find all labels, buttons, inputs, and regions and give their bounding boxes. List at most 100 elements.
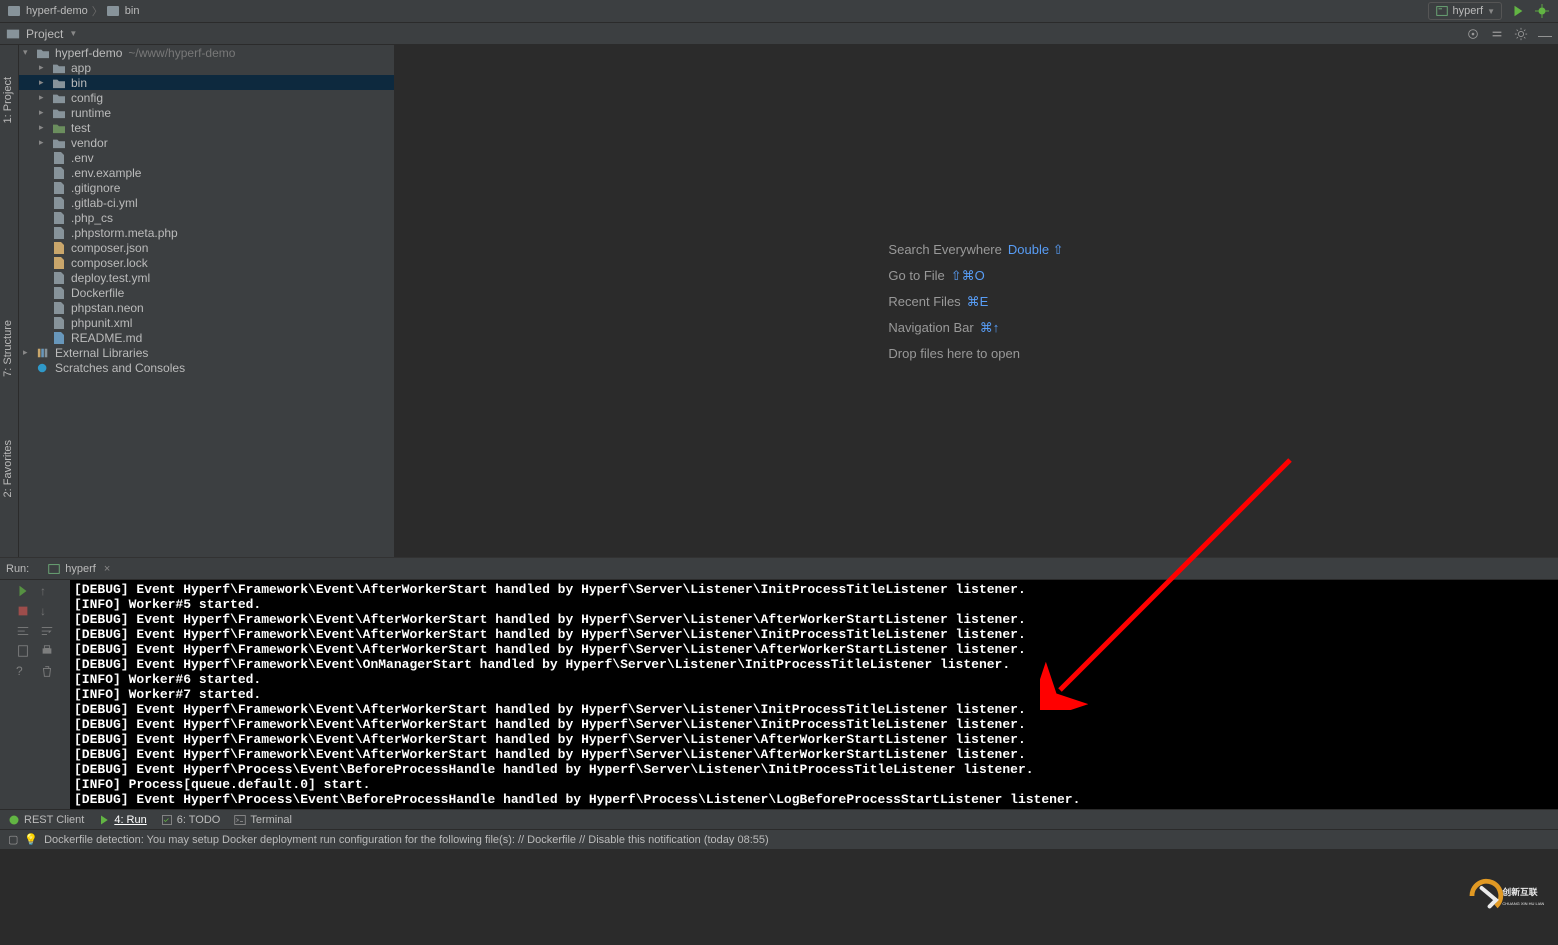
tree-label: .gitlab-ci.yml: [71, 196, 138, 210]
up-icon[interactable]: ↑: [40, 584, 54, 598]
tree-row[interactable]: phpstan.neon: [19, 300, 394, 315]
sidebar-tab-project[interactable]: 1: Project: [2, 77, 14, 123]
gear-icon[interactable]: [1514, 27, 1528, 41]
locate-icon[interactable]: [1466, 27, 1480, 41]
tree-label: Scratches and Consoles: [55, 361, 185, 375]
tree-row[interactable]: composer.lock: [19, 255, 394, 270]
close-icon[interactable]: ×: [104, 563, 110, 575]
tree-row[interactable]: Dockerfile: [19, 285, 394, 300]
tree-path: ~/www/hyperf-demo: [128, 46, 235, 60]
tree-row[interactable]: phpunit.xml: [19, 315, 394, 330]
rerun-icon[interactable]: [16, 584, 30, 598]
expand-arrow[interactable]: [23, 347, 35, 358]
breadcrumb-root[interactable]: hyperf-demo: [26, 5, 88, 17]
chevron-down-icon[interactable]: ▼: [69, 29, 77, 38]
welcome-goto-key[interactable]: ⇧⌘O: [951, 268, 985, 283]
file-icon: [51, 181, 67, 195]
tree-row[interactable]: README.md: [19, 330, 394, 345]
tree-row[interactable]: vendor: [19, 135, 394, 150]
trash-icon[interactable]: [40, 664, 54, 678]
tree-row[interactable]: .php_cs: [19, 210, 394, 225]
tree-row[interactable]: .gitlab-ci.yml: [19, 195, 394, 210]
sidebar-tab-structure[interactable]: 7: Structure: [2, 320, 14, 377]
tree-label: composer.lock: [71, 256, 148, 270]
expand-arrow[interactable]: [39, 137, 51, 148]
breadcrumb-child[interactable]: bin: [125, 5, 140, 17]
help-icon[interactable]: ?: [16, 664, 30, 678]
tree-label: .phpstorm.meta.php: [71, 226, 178, 240]
topbar-right: hyperf ▼: [1428, 2, 1551, 20]
file-icon: [51, 316, 67, 330]
tree-row[interactable]: config: [19, 90, 394, 105]
file-icon: [51, 106, 67, 120]
hide-icon[interactable]: —: [1538, 27, 1552, 41]
console-output[interactable]: [DEBUG] Event Hyperf\Framework\Event\Aft…: [70, 580, 1558, 809]
welcome-search-label: Search Everywhere: [888, 242, 1001, 257]
editor-area[interactable]: Search EverywhereDouble ⇧ Go to File⇧⌘O …: [394, 45, 1558, 557]
file-icon: [51, 61, 67, 75]
tree-row[interactable]: External Libraries: [19, 345, 394, 360]
project-icon: [6, 27, 20, 41]
tree-row[interactable]: Scratches and Consoles: [19, 360, 394, 375]
tree-label: README.md: [71, 331, 142, 345]
tree-row[interactable]: .env.example: [19, 165, 394, 180]
bulb-icon[interactable]: 💡: [24, 833, 38, 846]
sidebar-tab-favorites[interactable]: 2: Favorites: [2, 440, 14, 497]
welcome-recent-key[interactable]: ⌘E: [967, 294, 989, 309]
tree-row[interactable]: hyperf-demo ~/www/hyperf-demo: [19, 45, 394, 60]
top-bar: hyperf-demo 〉 bin hyperf ▼: [0, 0, 1558, 23]
tree-row[interactable]: .phpstorm.meta.php: [19, 225, 394, 240]
tree-row[interactable]: bin: [19, 75, 394, 90]
tree-row[interactable]: composer.json: [19, 240, 394, 255]
down-icon[interactable]: ↓: [40, 604, 54, 618]
expand-arrow[interactable]: [23, 47, 35, 58]
expand-arrow[interactable]: [39, 92, 51, 103]
status-bar: ▢ 💡 Dockerfile detection: You may setup …: [0, 829, 1558, 849]
tree-row[interactable]: .env: [19, 150, 394, 165]
svg-text:CHUANG XIN HU LIAN: CHUANG XIN HU LIAN: [1502, 901, 1544, 906]
wrap-icon[interactable]: [16, 624, 30, 638]
project-tree[interactable]: hyperf-demo ~/www/hyperf-demo appbinconfig…: [19, 45, 394, 557]
collapse-icon[interactable]: [1490, 27, 1504, 41]
file-icon: [51, 136, 67, 150]
tree-label: app: [71, 61, 91, 75]
file-icon: [51, 286, 67, 300]
status-message[interactable]: Dockerfile detection: You may setup Dock…: [44, 834, 769, 846]
tree-label: .gitignore: [71, 181, 120, 195]
bottom-tab-todo[interactable]: 6: TODO: [161, 814, 221, 826]
play-icon: [98, 814, 110, 826]
welcome-search-key[interactable]: Double ⇧: [1008, 242, 1064, 257]
tree-row[interactable]: runtime: [19, 105, 394, 120]
file-icon: [51, 241, 67, 255]
bottom-tab-run[interactable]: 4: Run: [98, 814, 146, 826]
bottom-tab-rest[interactable]: REST Client: [8, 814, 84, 826]
expand-arrow[interactable]: [39, 62, 51, 73]
expand-arrow[interactable]: [39, 122, 51, 133]
stop-icon[interactable]: [16, 604, 30, 618]
tree-row[interactable]: deploy.test.yml: [19, 270, 394, 285]
expand-arrow[interactable]: [39, 107, 51, 118]
file-icon: [35, 46, 51, 60]
tree-label: hyperf-demo: [55, 46, 122, 60]
rest-icon: [8, 814, 20, 826]
tree-row[interactable]: .gitignore: [19, 180, 394, 195]
breadcrumb[interactable]: hyperf-demo 〉 bin: [8, 3, 139, 19]
print-icon[interactable]: [40, 644, 54, 658]
project-panel-title[interactable]: Project: [26, 27, 63, 41]
run-config-icon: [47, 562, 61, 576]
tree-row[interactable]: test: [19, 120, 394, 135]
debug-button[interactable]: [1534, 3, 1550, 19]
run-button[interactable]: [1510, 3, 1526, 19]
file-icon: [51, 121, 67, 135]
welcome-nav-key[interactable]: ⌘↑: [980, 320, 1000, 335]
expand-arrow[interactable]: [39, 77, 51, 88]
file-icon: [51, 76, 67, 90]
run-tab[interactable]: hyperf ×: [39, 560, 118, 578]
run-config-dropdown[interactable]: hyperf ▼: [1428, 2, 1503, 20]
scroll-icon[interactable]: [16, 644, 30, 658]
soft-wrap-icon[interactable]: [40, 624, 54, 638]
tree-row[interactable]: app: [19, 60, 394, 75]
status-toggle-icon[interactable]: ▢: [8, 833, 18, 846]
bottom-tab-terminal[interactable]: Terminal: [234, 814, 292, 826]
run-config-icon: [1435, 4, 1449, 18]
